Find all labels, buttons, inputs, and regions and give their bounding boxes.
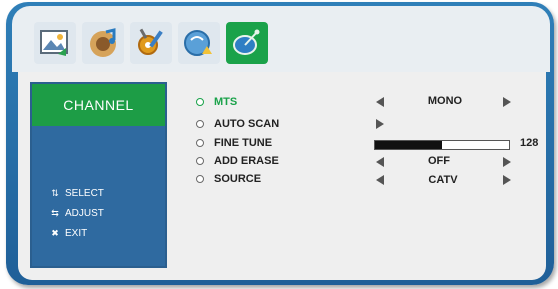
menu-item-auto-scan[interactable]: AUTO SCAN	[196, 118, 279, 130]
menu-item-source[interactable]: SOURCE	[196, 173, 261, 185]
source-left-arrow[interactable]	[376, 175, 384, 185]
add-erase-right-arrow[interactable]	[503, 157, 511, 167]
bullet-icon	[196, 175, 204, 183]
tab-channel[interactable]	[226, 22, 268, 64]
legend-adjust: ⇆ ADJUST	[50, 208, 104, 219]
menu-item-fine-tune[interactable]: FINE TUNE	[196, 137, 272, 149]
menu-item-label: FINE TUNE	[214, 137, 273, 149]
tab-setup[interactable]	[130, 22, 172, 64]
legend-adjust-label: ADJUST	[65, 208, 104, 219]
menu-item-label: SOURCE	[214, 173, 262, 185]
picture-icon	[40, 30, 68, 56]
legend-exit-label: EXIT	[65, 228, 88, 239]
menu-item-add-erase[interactable]: ADD ERASE	[196, 155, 279, 167]
leftright-arrows-icon: ⇆	[51, 208, 59, 218]
time-icon	[184, 30, 212, 56]
bullet-icon	[196, 139, 204, 147]
bullet-icon	[196, 157, 204, 165]
fine-tune-slider-fill	[375, 141, 443, 149]
audio-icon	[90, 28, 116, 57]
auto-scan-right-arrow[interactable]	[376, 119, 384, 129]
menu-item-label: ADD ERASE	[214, 155, 279, 167]
add-erase-left-arrow[interactable]	[376, 157, 384, 167]
fine-tune-value: 128	[520, 137, 539, 149]
legend-select: ⇅ SELECT	[50, 188, 104, 199]
tab-audio[interactable]	[82, 22, 124, 64]
bullet-icon	[196, 120, 204, 128]
menu-item-label: AUTO SCAN	[214, 118, 280, 130]
menu-item-mts[interactable]: MTS	[196, 96, 237, 108]
mts-right-arrow[interactable]	[503, 97, 511, 107]
legend-select-label: SELECT	[65, 188, 104, 199]
tab-time[interactable]	[178, 22, 220, 64]
updown-arrows-icon: ⇅	[51, 188, 59, 198]
exit-icon: ✖	[51, 228, 59, 238]
legend-exit: ✖ EXIT	[50, 228, 87, 239]
menu-item-label: MTS	[214, 96, 238, 108]
add-erase-value: OFF	[428, 155, 450, 167]
tab-bar	[34, 22, 268, 68]
fine-tune-slider[interactable]	[374, 140, 510, 150]
sidebar-title: CHANNEL	[32, 84, 165, 126]
setup-icon	[138, 28, 163, 55]
source-value: CATV	[428, 174, 458, 186]
sidebar: CHANNEL ⇅ SELECT ⇆ ADJUST ✖ EXIT	[30, 82, 167, 268]
bullet-icon	[196, 98, 204, 106]
tab-picture[interactable]	[34, 22, 76, 64]
source-right-arrow[interactable]	[503, 175, 511, 185]
mts-value: MONO	[427, 95, 463, 107]
mts-left-arrow[interactable]	[376, 97, 384, 107]
channel-icon	[233, 29, 260, 55]
